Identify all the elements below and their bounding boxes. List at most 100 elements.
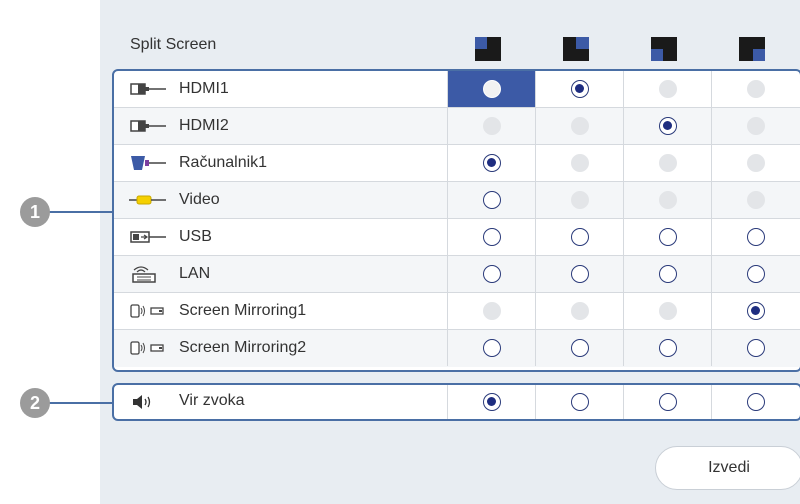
radio-cell (447, 293, 535, 329)
radio-cell (711, 182, 799, 218)
radio-cell (535, 293, 623, 329)
execute-button[interactable]: Izvedi (655, 446, 800, 490)
lan-icon (132, 266, 156, 283)
source-row-lan: LAN (114, 256, 800, 293)
radio-button (659, 80, 677, 98)
radio-button (571, 302, 589, 320)
radio-cell[interactable] (447, 219, 535, 255)
audio-source-table: Vir zvoka (112, 383, 800, 421)
radio-button[interactable] (659, 265, 677, 283)
radio-button[interactable] (483, 339, 501, 357)
radio-cell[interactable] (535, 330, 623, 366)
callout-1-badge: 1 (20, 197, 50, 227)
radio-button[interactable] (571, 80, 589, 98)
radio-cell (711, 71, 799, 107)
radio-button (747, 117, 765, 135)
screen-mirroring-icon (130, 341, 164, 355)
radio-button[interactable] (483, 154, 501, 172)
radio-cell (623, 293, 711, 329)
radio-cell[interactable] (711, 385, 799, 419)
radio-cell (535, 145, 623, 181)
radio-button[interactable] (571, 339, 589, 357)
page-title: Split Screen (130, 36, 217, 53)
source-label: Računalnik1 (179, 154, 268, 171)
radio-cell (711, 145, 799, 181)
radio-button[interactable] (571, 393, 589, 411)
layout-left-small-icon (651, 37, 677, 61)
source-row-screen-mirroring2: Screen Mirroring2 (114, 330, 800, 367)
radio-button[interactable] (747, 393, 765, 411)
source-label: Screen Mirroring2 (179, 339, 307, 356)
source-row-hdmi2: HDMI2 (114, 108, 800, 145)
callout-1-line (46, 211, 112, 213)
radio-button[interactable] (483, 191, 501, 209)
source-row-screen-mirroring1: Screen Mirroring1 (114, 293, 800, 330)
source-row-usb: USB (114, 219, 800, 256)
source-label: HDMI1 (179, 80, 229, 97)
radio-cell[interactable] (447, 71, 535, 107)
radio-button (747, 191, 765, 209)
radio-button[interactable] (571, 228, 589, 246)
radio-cell[interactable] (711, 219, 799, 255)
layout-right-small-icon (739, 37, 765, 61)
radio-button[interactable] (659, 393, 677, 411)
radio-button (747, 80, 765, 98)
radio-cell[interactable] (711, 256, 799, 292)
radio-button[interactable] (483, 80, 501, 98)
radio-cell (447, 108, 535, 144)
radio-button[interactable] (659, 228, 677, 246)
radio-button[interactable] (659, 117, 677, 135)
radio-button (659, 154, 677, 172)
radio-cell[interactable] (623, 219, 711, 255)
radio-cell[interactable] (535, 256, 623, 292)
radio-button (571, 117, 589, 135)
vga-computer-icon (131, 156, 166, 170)
radio-cell[interactable] (447, 182, 535, 218)
radio-cell[interactable] (447, 330, 535, 366)
radio-button (747, 154, 765, 172)
radio-cell[interactable] (711, 330, 799, 366)
source-row-video: Video (114, 182, 800, 219)
radio-button[interactable] (747, 339, 765, 357)
radio-cell[interactable] (535, 219, 623, 255)
radio-cell[interactable] (447, 256, 535, 292)
radio-button (571, 191, 589, 209)
source-label: Screen Mirroring1 (179, 302, 307, 319)
radio-button[interactable] (747, 302, 765, 320)
usb-icon (130, 231, 166, 243)
radio-cell (623, 145, 711, 181)
source-label: USB (179, 228, 212, 245)
source-row-computer1: Računalnik1 (114, 145, 800, 182)
radio-button[interactable] (483, 228, 501, 246)
speaker-icon (133, 395, 151, 409)
radio-cell[interactable] (623, 256, 711, 292)
callout-2-line (46, 402, 112, 404)
radio-button[interactable] (747, 228, 765, 246)
screen-mirroring-icon (130, 304, 164, 318)
radio-button (483, 302, 501, 320)
radio-button[interactable] (747, 265, 765, 283)
video-source-table: HDMI1 HDMI2 Računalnik1 Video USB LAN Sc… (112, 69, 800, 372)
radio-cell[interactable] (447, 145, 535, 181)
radio-button (571, 154, 589, 172)
source-label: Video (179, 191, 220, 208)
radio-button[interactable] (483, 393, 501, 411)
radio-cell (535, 182, 623, 218)
radio-cell[interactable] (711, 293, 799, 329)
hdmi-icon (130, 120, 166, 132)
radio-cell (623, 182, 711, 218)
radio-cell[interactable] (623, 108, 711, 144)
radio-button[interactable] (571, 265, 589, 283)
radio-cell[interactable] (447, 385, 535, 419)
radio-button[interactable] (483, 265, 501, 283)
radio-button[interactable] (659, 339, 677, 357)
source-row-hdmi1: HDMI1 (114, 71, 800, 108)
radio-cell (623, 71, 711, 107)
radio-cell[interactable] (535, 71, 623, 107)
radio-cell[interactable] (623, 385, 711, 419)
radio-button (659, 191, 677, 209)
radio-cell[interactable] (623, 330, 711, 366)
radio-cell[interactable] (535, 385, 623, 419)
radio-cell (711, 108, 799, 144)
radio-button (659, 302, 677, 320)
